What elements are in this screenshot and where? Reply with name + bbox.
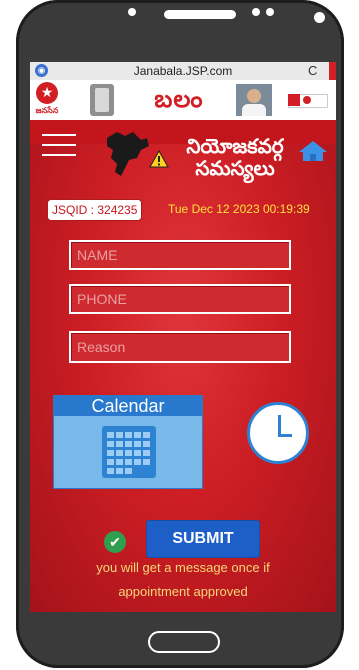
photo-body [242, 104, 266, 116]
phone-input[interactable]: PHONE [69, 284, 291, 314]
glass-symbol-icon [90, 84, 114, 116]
jsqid-badge: JSQID : 324235 [47, 199, 143, 221]
front-camera [314, 12, 325, 23]
confirmation-message-line1: you will get a message once if [96, 560, 270, 575]
page-title: నియోజకవర్గ సమస్యలు [175, 136, 295, 180]
current-datetime: Tue Dec 12 2023 00:19:39 [168, 202, 310, 216]
calendar-icon [102, 426, 156, 478]
party-flag-icon [288, 86, 328, 114]
home-hardware-button[interactable] [148, 631, 220, 653]
calendar-button[interactable]: Calendar [53, 395, 203, 489]
reason-input[interactable]: Reason [69, 331, 291, 363]
confirmation-message-line2: appointment approved [118, 584, 248, 599]
browser-address-bar[interactable]: ◉ Janabala.JSP.com C [30, 62, 336, 81]
sensor-dot [128, 8, 136, 16]
tab-indicator [329, 62, 336, 80]
calendar-label: Calendar [54, 396, 202, 416]
party-logo[interactable]: ★ జనసేన [33, 82, 61, 118]
warning-icon [149, 150, 169, 168]
leader-photo [236, 84, 272, 116]
home-icon[interactable] [298, 140, 328, 162]
clock-hand [278, 434, 292, 437]
name-input[interactable]: NAME [69, 240, 291, 270]
party-name: జనసేన [35, 106, 59, 115]
sensor-dot [266, 8, 274, 16]
page-title-line1: నియోజకవర్గ [186, 136, 284, 158]
url-text: Janabala.JSP.com [133, 64, 233, 78]
photo-face [247, 89, 261, 103]
banner-title: బలం [154, 86, 204, 113]
site-banner: ★ జనసేన బలం [30, 80, 336, 120]
reload-icon[interactable]: C [308, 63, 317, 78]
app-screen: ◉ Janabala.JSP.com C ★ జనసేన బలం నియోజకవ… [30, 62, 336, 612]
hamburger-menu-icon[interactable] [42, 132, 76, 158]
checkmark-icon: ✔ [104, 531, 126, 553]
submit-button[interactable]: SUBMIT [146, 520, 260, 558]
state-map-icon [107, 132, 149, 176]
clock-icon[interactable] [247, 402, 309, 464]
sensor-dot [252, 8, 260, 16]
star-icon: ★ [40, 84, 54, 100]
speaker-grille [164, 10, 236, 19]
page-title-line2: సమస్యలు [195, 158, 275, 180]
